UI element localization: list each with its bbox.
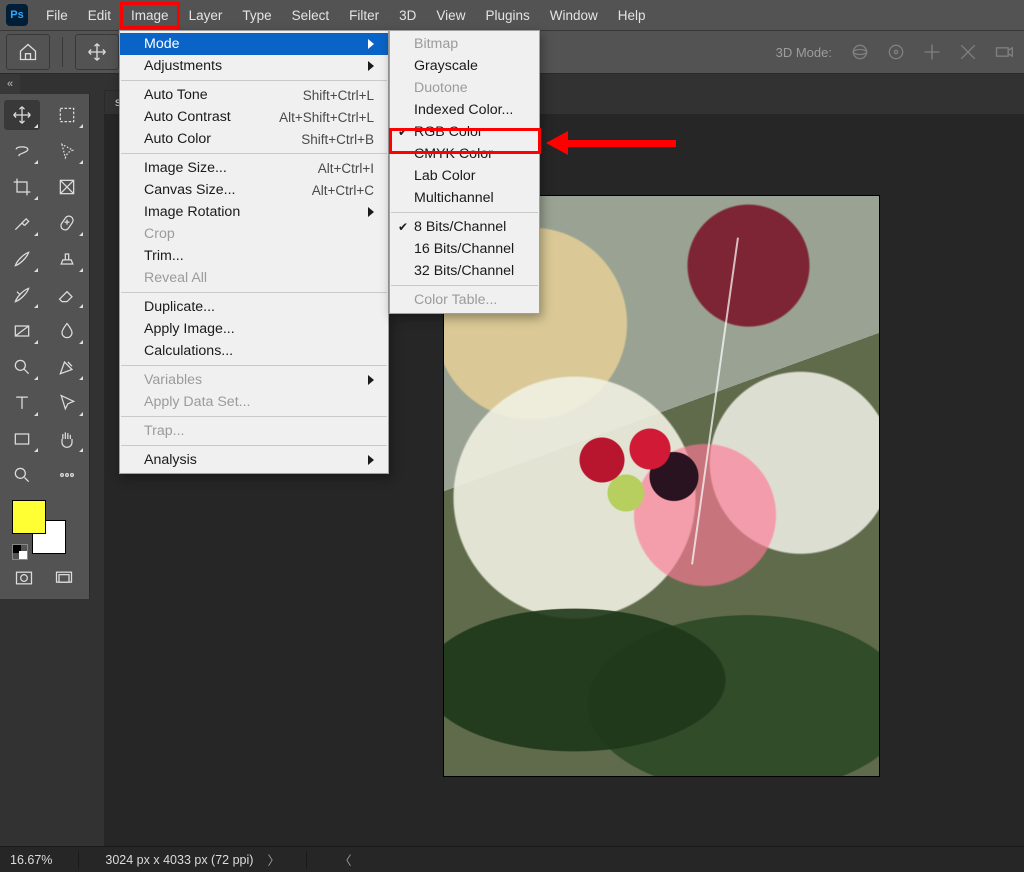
gradient-tool[interactable] [4, 316, 40, 346]
mode-item-bitmap[interactable]: Bitmap [390, 33, 539, 55]
image-glass-stem [691, 237, 739, 564]
image-dropdown: ModeAdjustmentsAuto ToneShift+Ctrl+LAuto… [119, 30, 389, 474]
menu-layer[interactable]: Layer [179, 3, 233, 28]
menu-item-apply-image-[interactable]: Apply Image... [120, 318, 388, 340]
eraser-tool[interactable] [49, 280, 85, 310]
menu-item-apply-data-set-[interactable]: Apply Data Set... [120, 391, 388, 413]
image-greens [444, 536, 879, 776]
mode-item-cmyk-color[interactable]: CMYK Color [390, 143, 539, 165]
home-button[interactable] [6, 34, 50, 70]
menu-item-image-rotation[interactable]: Image Rotation [120, 201, 388, 223]
camera-icon[interactable] [990, 38, 1018, 66]
path-select-tool[interactable] [49, 388, 85, 418]
menu-item-analysis[interactable]: Analysis [120, 449, 388, 471]
move-icon [87, 42, 107, 62]
home-icon [18, 42, 38, 62]
pen-tool[interactable] [49, 352, 85, 382]
menu-help[interactable]: Help [608, 3, 656, 28]
menu-edit[interactable]: Edit [78, 3, 121, 28]
mode-item-indexed-color-[interactable]: Indexed Color... [390, 99, 539, 121]
default-colors-icon[interactable] [12, 544, 28, 560]
app-logo: Ps [6, 4, 28, 26]
mode-item-grayscale[interactable]: Grayscale [390, 55, 539, 77]
divider [62, 37, 63, 67]
healing-tool[interactable] [49, 208, 85, 238]
panel-collapse-chevron[interactable]: « [0, 74, 20, 94]
marquee-tool[interactable] [49, 100, 85, 130]
menu-item-duplicate-[interactable]: Duplicate... [120, 296, 388, 318]
history-brush-tool[interactable] [4, 280, 40, 310]
type-tool[interactable] [4, 388, 40, 418]
menu-item-crop[interactable]: Crop [120, 223, 388, 245]
image-dimensions: 3024 px x 4033 px (72 ppi) [105, 853, 253, 867]
edit-toolbar[interactable] [49, 460, 85, 490]
mode-item-multichannel[interactable]: Multichannel [390, 187, 539, 209]
quick-select-tool[interactable] [49, 136, 85, 166]
image-berries [554, 416, 714, 526]
menu-item-adjustments[interactable]: Adjustments [120, 55, 388, 77]
menu-item-trap-[interactable]: Trap... [120, 420, 388, 442]
color-swatches[interactable] [12, 500, 70, 558]
menu-type[interactable]: Type [232, 3, 281, 28]
quick-mask-icon[interactable] [14, 568, 34, 593]
3d-mode-label: 3D Mode: [776, 45, 832, 60]
zoom-level[interactable]: 16.67% [10, 853, 52, 867]
toolbox [0, 94, 90, 599]
menu-item-image-size-[interactable]: Image Size...Alt+Ctrl+I [120, 157, 388, 179]
blur-tool[interactable] [49, 316, 85, 346]
frame-tool[interactable] [49, 172, 85, 202]
mode-item-rgb-color[interactable]: ✔RGB Color [390, 121, 539, 143]
screen-mode-icon[interactable] [54, 568, 74, 593]
menu-item-calculations-[interactable]: Calculations... [120, 340, 388, 362]
menubar: Ps File Edit Image Layer Type Select Fil… [0, 0, 1024, 30]
mode-item-duotone[interactable]: Duotone [390, 77, 539, 99]
hscroll-left-icon[interactable]: 〈 [339, 850, 352, 869]
mode-submenu: BitmapGrayscaleDuotoneIndexed Color...✔R… [389, 30, 540, 314]
menu-item-trim-[interactable]: Trim... [120, 245, 388, 267]
menu-plugins[interactable]: Plugins [475, 3, 539, 28]
mode-item-color-table-[interactable]: Color Table... [390, 289, 539, 311]
mode-item-8-bits-channel[interactable]: ✔8 Bits/Channel [390, 216, 539, 238]
pan-icon[interactable] [882, 38, 910, 66]
menu-item-canvas-size-[interactable]: Canvas Size...Alt+Ctrl+C [120, 179, 388, 201]
menu-item-auto-color[interactable]: Auto ColorShift+Ctrl+B [120, 128, 388, 150]
menu-item-mode[interactable]: Mode [120, 33, 388, 55]
brush-tool[interactable] [4, 244, 40, 274]
menu-item-auto-tone[interactable]: Auto ToneShift+Ctrl+L [120, 84, 388, 106]
menu-item-variables[interactable]: Variables [120, 369, 388, 391]
hand-tool[interactable] [49, 424, 85, 454]
rectangle-tool[interactable] [4, 424, 40, 454]
mode-item-lab-color[interactable]: Lab Color [390, 165, 539, 187]
foreground-color-swatch[interactable] [12, 500, 46, 534]
mode-item-32-bits-channel[interactable]: 32 Bits/Channel [390, 260, 539, 282]
menu-select[interactable]: Select [282, 3, 340, 28]
status-chevron-icon[interactable]: 〉 [267, 850, 280, 869]
zoom-tool[interactable] [4, 460, 40, 490]
status-bar: 16.67% 3024 px x 4033 px (72 ppi) 〉 〈 [0, 846, 1024, 872]
menu-image[interactable]: Image [121, 3, 179, 28]
orbit-icon[interactable] [846, 38, 874, 66]
menu-3d[interactable]: 3D [389, 3, 426, 28]
lasso-tool[interactable] [4, 136, 40, 166]
scale3d-icon[interactable] [954, 38, 982, 66]
menu-file[interactable]: File [36, 3, 78, 28]
move-tool[interactable] [4, 100, 40, 130]
move3d-icon[interactable] [918, 38, 946, 66]
mode-item-16-bits-channel[interactable]: 16 Bits/Channel [390, 238, 539, 260]
crop-tool[interactable] [4, 172, 40, 202]
menu-filter[interactable]: Filter [339, 3, 389, 28]
tool-preset-move[interactable] [75, 34, 119, 70]
eyedropper-tool[interactable] [4, 208, 40, 238]
menu-view[interactable]: View [426, 3, 475, 28]
clone-stamp-tool[interactable] [49, 244, 85, 274]
menu-item-auto-contrast[interactable]: Auto ContrastAlt+Shift+Ctrl+L [120, 106, 388, 128]
menu-window[interactable]: Window [540, 3, 608, 28]
menu-item-reveal-all[interactable]: Reveal All [120, 267, 388, 289]
dodge-tool[interactable] [4, 352, 40, 382]
